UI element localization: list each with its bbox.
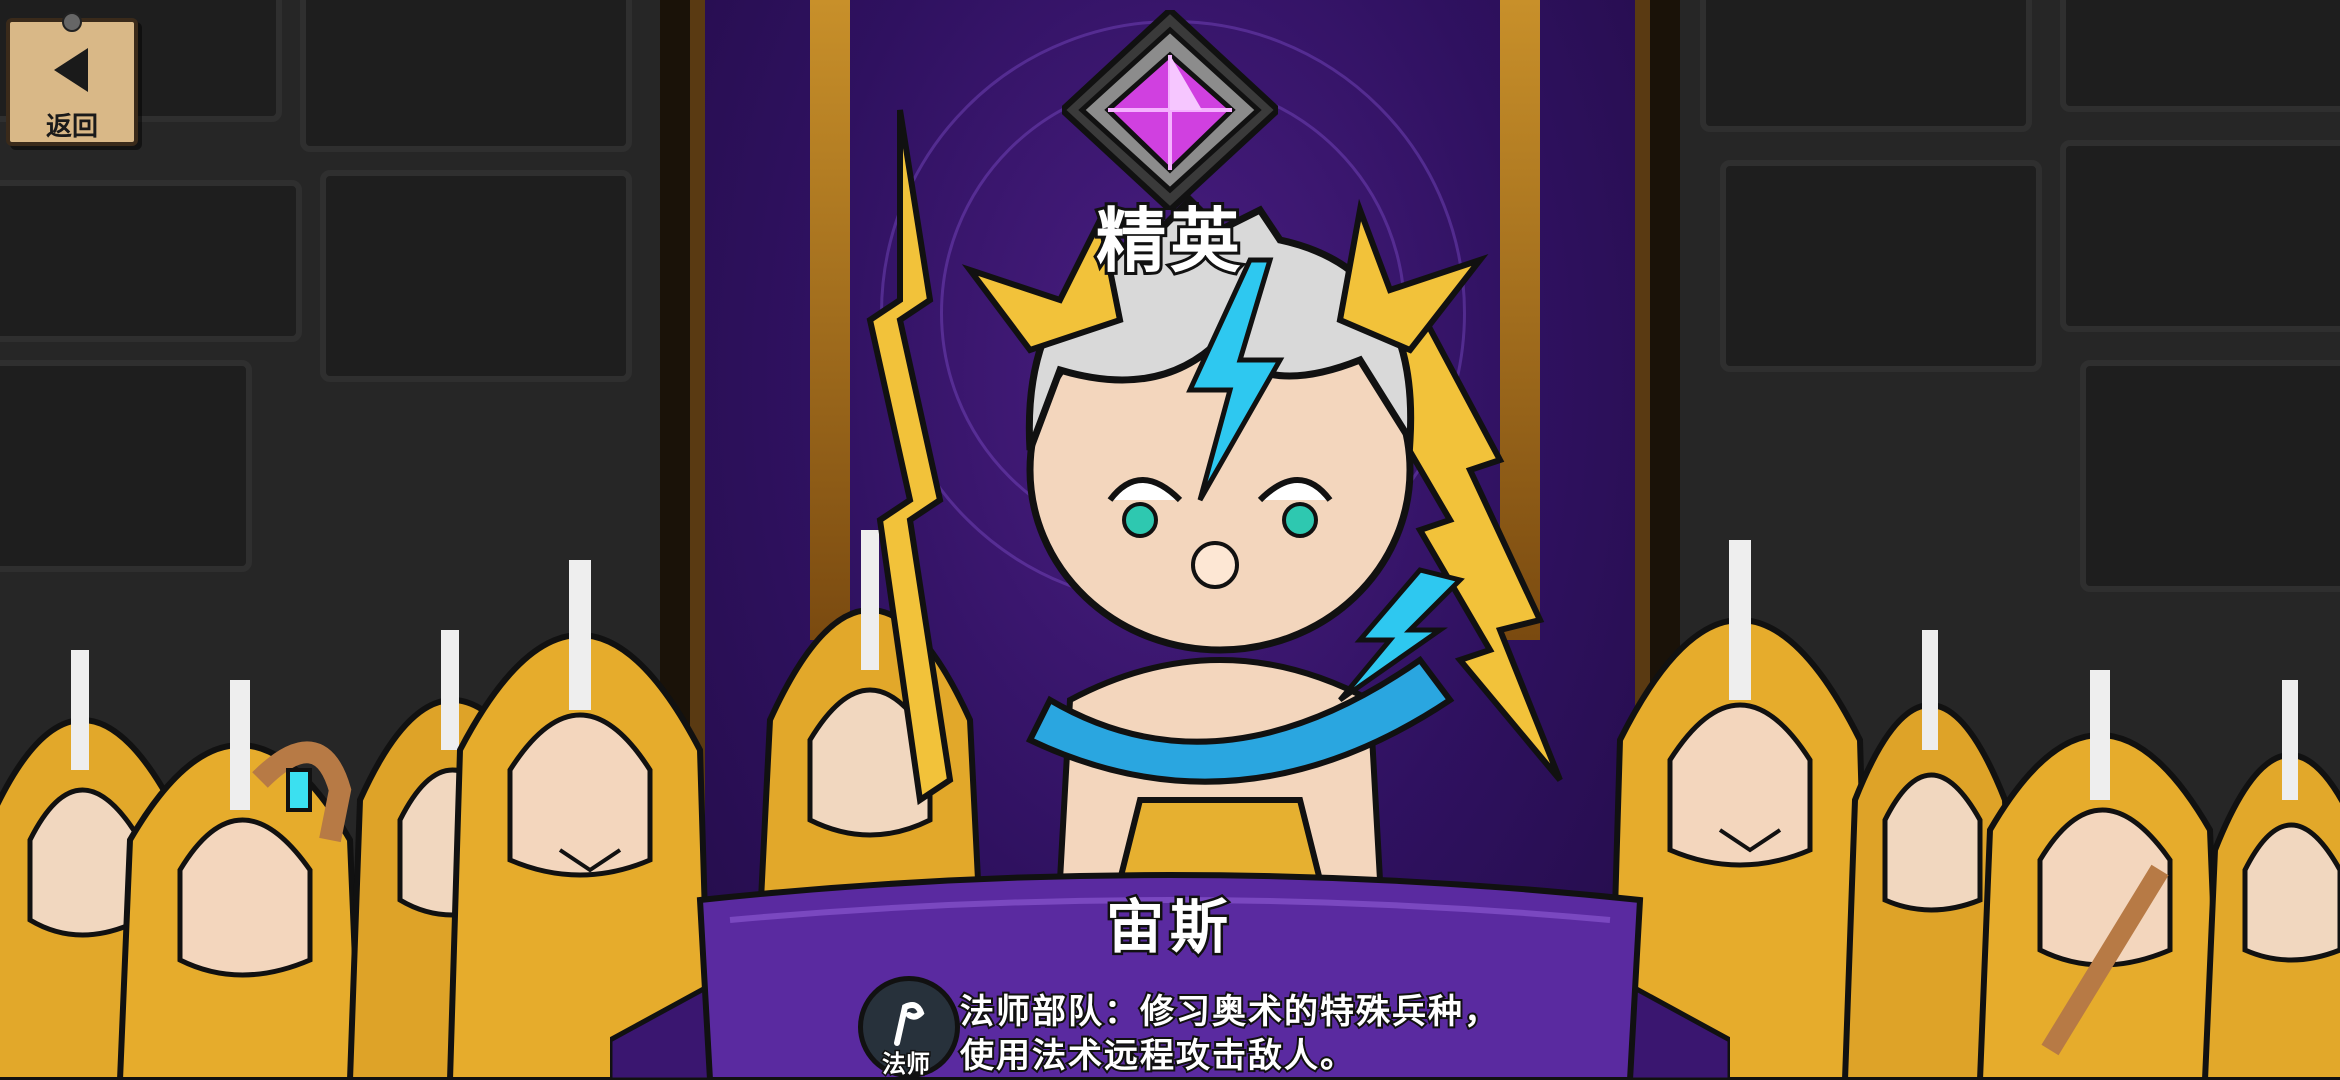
pin-icon xyxy=(62,12,82,32)
unit-name: 宙斯 xyxy=(1103,891,1234,964)
back-arrow-icon xyxy=(54,48,88,92)
class-label: 法师 xyxy=(881,1049,932,1080)
magic-staff-icon xyxy=(894,1002,925,1046)
purple-gem-icon xyxy=(1062,10,1278,210)
game-scene: 精英 返回 宙斯 法师 法师部队：修习奥术的特殊兵种，使用法术远程攻击敌人。 xyxy=(0,0,2340,1080)
back-button-label: 返回 xyxy=(45,112,98,142)
back-button[interactable]: 返回 xyxy=(6,12,138,146)
unit-description: 法师部队：修习奥术的特殊兵种，使用法术远程攻击敌人。 xyxy=(958,990,1500,1078)
soldier-figure xyxy=(2201,680,2340,1080)
unit-rank-label: 精英 xyxy=(1093,197,1244,285)
